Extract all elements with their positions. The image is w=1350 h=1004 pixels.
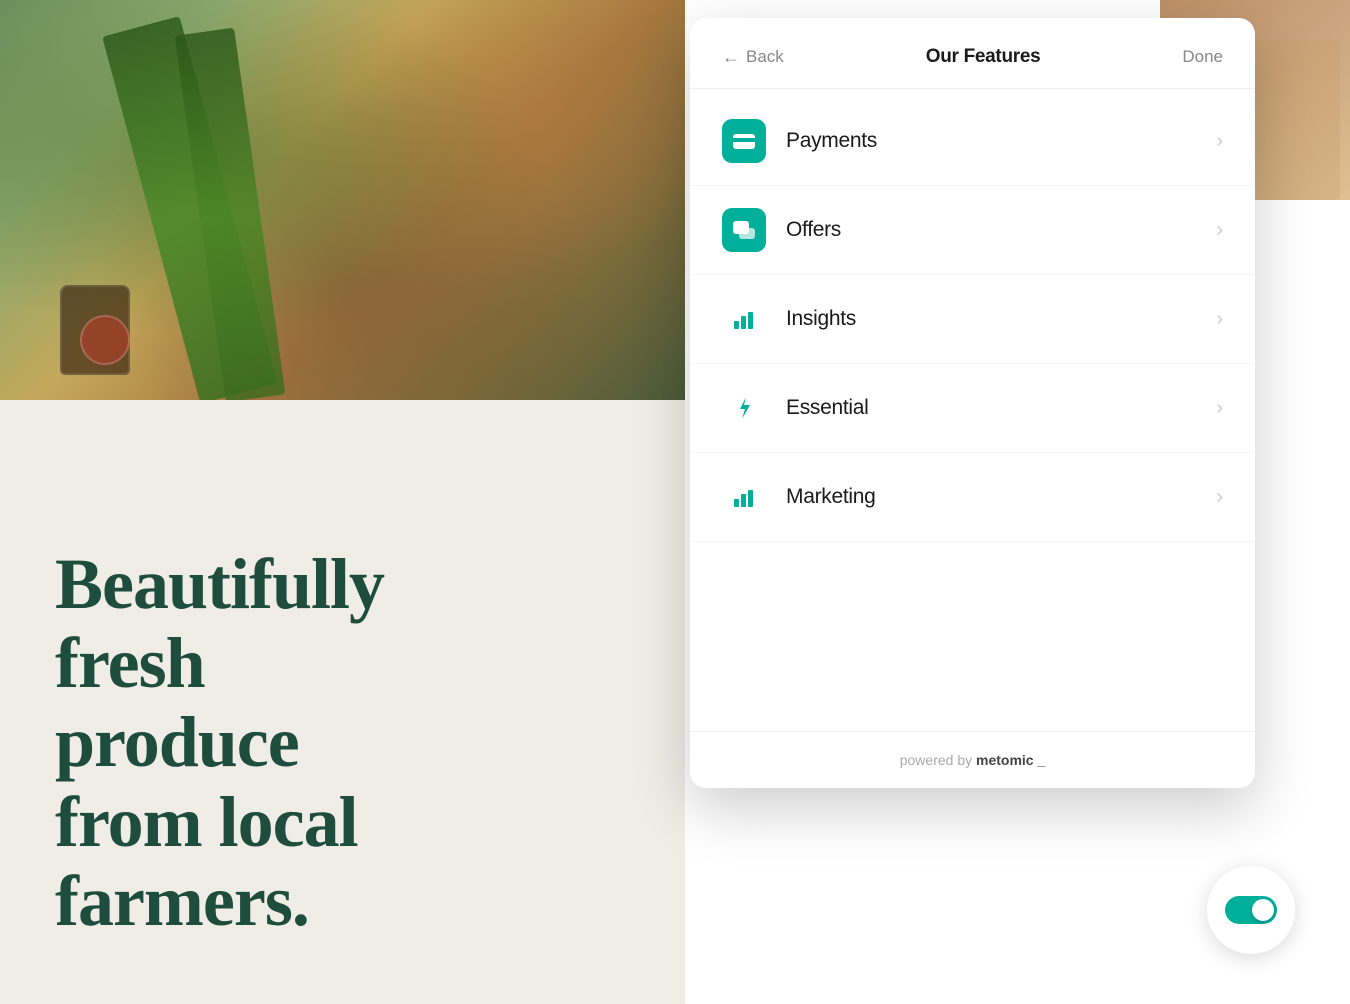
hero-line-5: farmers. (55, 862, 605, 941)
footer-brand: metomic _ (976, 752, 1045, 768)
hero-text-block: Beautifully fresh produce from local far… (55, 545, 605, 941)
back-button[interactable]: ← Back (722, 47, 784, 68)
marketing-icon-container (722, 475, 766, 519)
feature-item-marketing[interactable]: Marketing › (690, 453, 1255, 542)
marketing-icon (730, 483, 758, 511)
marketing-chevron-icon: › (1216, 486, 1223, 509)
essential-icon (730, 394, 758, 422)
footer-powered-text: powered by (900, 752, 972, 768)
insights-label: Insights (786, 307, 1216, 331)
hero-line-2: fresh (55, 624, 605, 703)
insights-icon (730, 305, 758, 333)
food-image (0, 0, 685, 405)
feature-item-payments[interactable]: Payments › (690, 97, 1255, 186)
insights-chevron-icon: › (1216, 308, 1223, 331)
payments-chevron-icon: › (1216, 130, 1223, 153)
payments-icon-container (722, 119, 766, 163)
essential-icon-container (722, 386, 766, 430)
back-label: Back (746, 47, 784, 67)
marketing-label: Marketing (786, 485, 1216, 509)
feature-list: Payments › Offers › Insig (690, 89, 1255, 731)
feature-item-essential[interactable]: Essential › (690, 364, 1255, 453)
features-panel: ← Back Our Features Done Payments › (690, 18, 1255, 788)
panel-footer: powered by metomic _ (690, 731, 1255, 788)
cookie-toggle-bubble[interactable] (1207, 866, 1295, 954)
essential-chevron-icon: › (1216, 397, 1223, 420)
toggle-switch[interactable] (1225, 896, 1277, 924)
feature-item-insights[interactable]: Insights › (690, 275, 1255, 364)
round-label (80, 315, 130, 365)
back-arrow-icon: ← (722, 47, 740, 68)
hero-line-4: from local (55, 783, 605, 862)
hero-line-1: Beautifully (55, 545, 605, 624)
hero-line-3: produce (55, 703, 605, 782)
payments-label: Payments (786, 129, 1216, 153)
payments-icon (730, 127, 758, 155)
done-button[interactable]: Done (1182, 47, 1223, 67)
offers-label: Offers (786, 218, 1216, 242)
offers-chevron-icon: › (1216, 219, 1223, 242)
offers-icon (730, 216, 758, 244)
offers-icon-container (722, 208, 766, 252)
insights-icon-container (722, 297, 766, 341)
essential-label: Essential (786, 396, 1216, 420)
book-decoration (1240, 40, 1340, 200)
toggle-knob (1252, 899, 1274, 921)
panel-title: Our Features (926, 46, 1041, 68)
panel-header: ← Back Our Features Done (690, 18, 1255, 89)
feature-item-offers[interactable]: Offers › (690, 186, 1255, 275)
